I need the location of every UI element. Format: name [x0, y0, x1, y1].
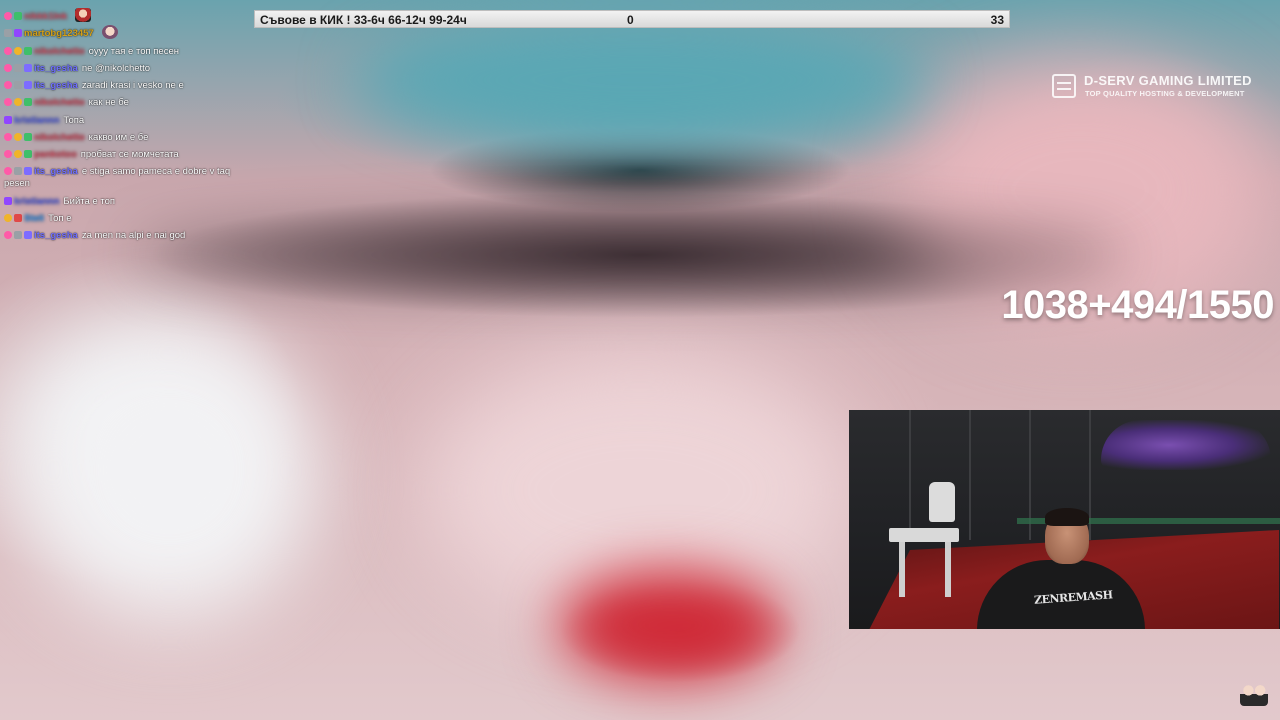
bits-badge-icon [14, 98, 22, 107]
chat-message: pankotoo пробват се момчетата [4, 146, 254, 163]
chat-message: nikkk1Ink [4, 8, 254, 25]
chat-message: its_gesha za men na alpi e nai god [4, 227, 254, 244]
chat-username[interactable]: nikkk1Ink [24, 11, 67, 22]
bits-badge-icon [4, 213, 12, 222]
chat-message: nikolchetto как не бе [4, 94, 254, 111]
wrench-badge-icon [14, 166, 22, 175]
prime-badge-icon [4, 196, 12, 205]
prime-badge-icon [14, 29, 22, 38]
channel-avatar-icon [1240, 682, 1268, 706]
chat-username[interactable]: its_gesha [34, 80, 78, 91]
sub-badge-icon [24, 133, 32, 142]
chat-message: nikolchetto какво им е бе [4, 129, 254, 146]
webcam-table-leg [945, 542, 951, 597]
heart-badge-icon [4, 81, 12, 90]
bits-badge-icon [14, 46, 22, 55]
chat-message: nikolchetto оууу тая е топ песен [4, 43, 254, 60]
chat-text: какво им е бе [88, 132, 149, 144]
chat-username[interactable]: pankotoo [34, 149, 77, 160]
sponsor-logo: D-SERV GAMING LIMITED TOP QUALITY HOSTIN… [1052, 73, 1274, 101]
chat-text: za men na alpi e nai god [81, 230, 186, 242]
mod-badge-icon [24, 63, 32, 72]
streamer-hair [1045, 508, 1089, 526]
sponsor-tagline: TOP QUALITY HOSTING & DEVELOPMENT [1085, 89, 1245, 98]
webcam-chair [929, 482, 955, 522]
face-emote-icon [101, 25, 118, 40]
chat-username[interactable]: its_gesha [34, 166, 78, 177]
bits-badge-icon [14, 150, 22, 159]
chat-text: оууу тая е топ песен [88, 45, 179, 57]
background-blur-blob [360, 20, 920, 140]
webcam-table-leg [899, 542, 905, 597]
chat-message: kristiannn Бийта е топ [4, 193, 254, 210]
chat-username[interactable]: nikolchetto [34, 97, 85, 108]
chat-text: ne @nikolchetto [81, 62, 151, 74]
wrench-badge-icon [14, 81, 22, 90]
goal-target-value: 33 [990, 13, 1004, 27]
background-blur-blob [560, 570, 780, 680]
chat-message: its_gesha zaradi krasi i vesko ne e [4, 77, 254, 94]
progress-counter: 1038+494/1550 [1001, 283, 1274, 327]
webcam-wall-panel [969, 410, 971, 540]
webcam-purple-car [1101, 420, 1271, 470]
heart-badge-icon [4, 133, 12, 142]
chat-overlay: nikkk1Ink martobg123457 nikolchetto оууу та… [4, 8, 254, 245]
chat-message: kristiannn Топа [4, 112, 254, 129]
sub-badge-icon [14, 12, 22, 20]
chat-message: Steli Топ е [4, 210, 254, 227]
chat-username[interactable]: martobg123457 [24, 28, 94, 39]
chat-message: martobg123457 [4, 25, 254, 42]
mod-badge-icon [24, 81, 32, 90]
chat-text: Топ е [48, 212, 72, 224]
chat-message: its_gesha ne @nikolchetto [4, 60, 254, 77]
heart-badge-icon [4, 63, 12, 72]
heart-badge-icon [4, 150, 12, 159]
heart-badge-icon [4, 98, 12, 107]
wrench-badge-icon [4, 29, 12, 38]
wrench-badge-icon [14, 231, 22, 240]
chat-username[interactable]: nikolchetto [34, 46, 85, 57]
goal-title: Съвове в КИК ! 33-6ч 66-12ч 99-24ч [260, 13, 467, 27]
mod-badge-icon [24, 231, 32, 240]
heart-badge-icon [4, 12, 12, 20]
chat-text: пробват се момчетата [80, 149, 179, 161]
chat-username[interactable]: its_gesha [34, 63, 78, 74]
server-icon [1052, 74, 1076, 98]
heart-badge-icon [4, 231, 12, 240]
prime-badge-icon [4, 115, 12, 124]
chat-username[interactable]: kristiannn [14, 196, 59, 207]
webcam-feed: ZENREMASH [849, 410, 1280, 629]
sponsor-name: D-SERV GAMING LIMITED [1084, 73, 1252, 88]
goal-current-value: 0 [627, 13, 634, 27]
chat-username[interactable]: Steli [24, 213, 44, 224]
webcam-table [889, 528, 959, 542]
chat-message: its_gesha e stiga samo pameca e dobre v t… [4, 164, 254, 193]
sub-badge-icon [24, 46, 32, 55]
chat-text: zaradi krasi i vesko ne e [81, 80, 184, 92]
chat-username[interactable]: nikolchetto [34, 132, 85, 143]
red-emote-icon [75, 8, 92, 22]
chat-username[interactable]: kristiannn [14, 115, 59, 126]
bits-badge-icon [14, 133, 22, 142]
heart-badge-icon [4, 46, 12, 55]
sub-badge-icon [24, 98, 32, 107]
wrench-badge-icon [14, 63, 22, 72]
webcam-wall-panel [909, 410, 911, 540]
goal-bar: Съвове в КИК ! 33-6ч 66-12ч 99-24ч 0 33 [254, 10, 1010, 28]
chat-text: Бийта е топ [63, 195, 116, 207]
heart-badge-icon [4, 166, 12, 175]
chat-text: Топа [63, 114, 85, 126]
background-blur-blob [20, 320, 320, 620]
background-blur-blob [130, 225, 1130, 285]
chat-username[interactable]: its_gesha [34, 230, 78, 241]
chat-text: как не бе [88, 97, 129, 109]
sub-badge-icon [24, 150, 32, 159]
turbo-badge-icon [14, 213, 22, 222]
mod-badge-icon [24, 166, 32, 175]
